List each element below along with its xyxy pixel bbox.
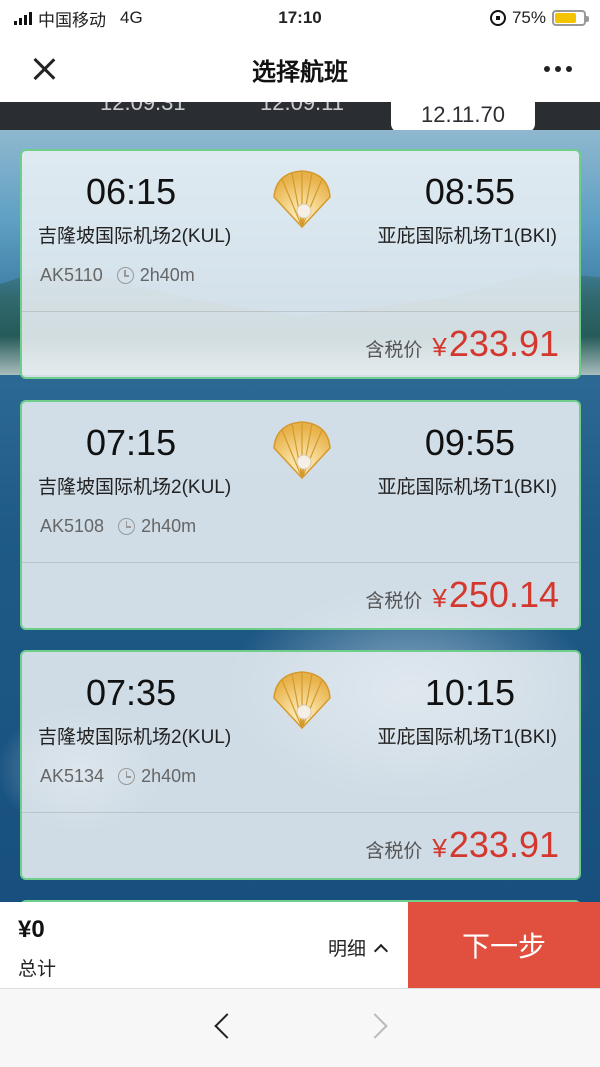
clock-icon <box>118 768 136 785</box>
departure-time: 06:15 <box>86 171 177 212</box>
departure-time: 07:35 <box>86 672 177 713</box>
flight-card[interactable]: 07:35 10:15 吉隆坡国际机场2(KUL) 亚庇国际机场T1(BKI) … <box>20 650 581 880</box>
currency-symbol: ¥ <box>432 583 447 613</box>
duration: 2h40m <box>118 516 196 537</box>
battery-percent: 75% <box>511 8 546 27</box>
status-left: 中国移动 4G <box>14 6 143 31</box>
status-bar: 中国移动 4G 17:10 75% <box>0 0 600 36</box>
detail-button[interactable]: 明细 <box>328 934 389 961</box>
price: ¥233.91 <box>432 824 559 866</box>
arrival-time: 10:15 <box>424 672 515 713</box>
status-right: 75% <box>489 8 589 28</box>
flight-number: AK5108 <box>40 516 105 536</box>
date-tab-strip: 12.09.31 12.09.11 12.11.70 <box>0 102 600 130</box>
price: ¥233.91 <box>432 323 559 365</box>
browser-toolbar <box>0 988 600 1067</box>
close-icon[interactable] <box>28 53 60 85</box>
flight-meta: AK5134 2h40m <box>40 766 196 787</box>
divider <box>22 812 579 813</box>
network-type: 4G <box>120 8 143 27</box>
chevron-up-icon <box>373 943 389 958</box>
page-header: 选择航班 <box>0 36 600 102</box>
price-row: 含税价 ¥233.91 <box>365 824 559 866</box>
price-label: 含税价 <box>365 841 423 862</box>
date-tab-active[interactable]: 12.11.70 <box>391 102 536 130</box>
currency-symbol: ¥ <box>432 833 447 863</box>
departure-time: 07:15 <box>86 422 177 463</box>
departure-airport: 吉隆坡国际机场2(KUL) <box>38 727 232 748</box>
currency-symbol: ¥ <box>432 332 447 362</box>
next-step-button[interactable]: 下一步 <box>408 902 600 988</box>
price-label: 含税价 <box>365 591 423 612</box>
total-amount: ¥0 <box>18 916 45 943</box>
price-value: 233.91 <box>448 323 559 364</box>
arrival-airport: 亚庇国际机场T1(BKI) <box>377 477 557 498</box>
forward-icon[interactable] <box>362 1013 388 1039</box>
price: ¥250.14 <box>432 574 559 616</box>
departure-airport: 吉隆坡国际机场2(KUL) <box>38 477 232 498</box>
departure-airport: 吉隆坡国际机场2(KUL) <box>38 226 232 247</box>
detail-label: 明细 <box>328 939 367 960</box>
bottom-bar: ¥0 总计 明细 下一步 <box>0 902 600 988</box>
clock-icon <box>116 267 134 284</box>
price-value: 233.91 <box>448 824 559 865</box>
arrival-time: 09:55 <box>424 422 515 463</box>
arrival-airport: 亚庇国际机场T1(BKI) <box>377 226 557 247</box>
arrival-time: 08:55 <box>424 171 515 212</box>
flight-card[interactable]: 07:15 09:55 吉隆坡国际机场2(KUL) 亚庇国际机场T1(BKI) … <box>20 400 581 630</box>
price-label: 含税价 <box>365 340 423 361</box>
back-icon[interactable] <box>214 1013 240 1039</box>
flight-number: AK5134 <box>40 766 105 786</box>
duration: 2h40m <box>118 766 196 787</box>
duration: 2h40m <box>116 265 195 286</box>
duration-text: 2h40m <box>139 265 195 285</box>
page-title: 选择航班 <box>252 58 348 86</box>
date-tab-1[interactable]: 12.09.31 <box>100 102 186 116</box>
clock-icon <box>118 518 136 535</box>
duration-text: 2h40m <box>141 766 197 786</box>
price-row: 含税价 ¥250.14 <box>365 574 559 616</box>
scallop-shell-icon <box>273 170 331 229</box>
divider <box>22 562 579 563</box>
divider <box>22 311 579 312</box>
scallop-shell-icon <box>273 671 331 730</box>
flight-card[interactable]: 06:15 08:55 吉隆坡国际机场2(KUL) 亚庇国际机场T1(BKI) … <box>20 149 581 379</box>
flight-meta: AK5110 2h40m <box>40 265 195 286</box>
price-row: 含税价 ¥233.91 <box>365 323 559 365</box>
arrival-airport: 亚庇国际机场T1(BKI) <box>377 727 557 748</box>
total-label: 总计 <box>18 959 57 980</box>
flight-meta: AK5108 2h40m <box>40 516 196 537</box>
price-value: 250.14 <box>448 574 559 615</box>
battery-icon <box>552 10 589 26</box>
duration-text: 2h40m <box>141 516 197 536</box>
rotation-lock-icon <box>489 10 506 26</box>
carrier-name: 中国移动 <box>38 10 106 30</box>
more-icon[interactable] <box>544 66 572 72</box>
scallop-shell-icon <box>273 421 331 480</box>
signal-icon <box>14 11 32 25</box>
date-tab-2[interactable]: 12.09.11 <box>260 102 344 116</box>
flight-number: AK5110 <box>40 265 103 285</box>
